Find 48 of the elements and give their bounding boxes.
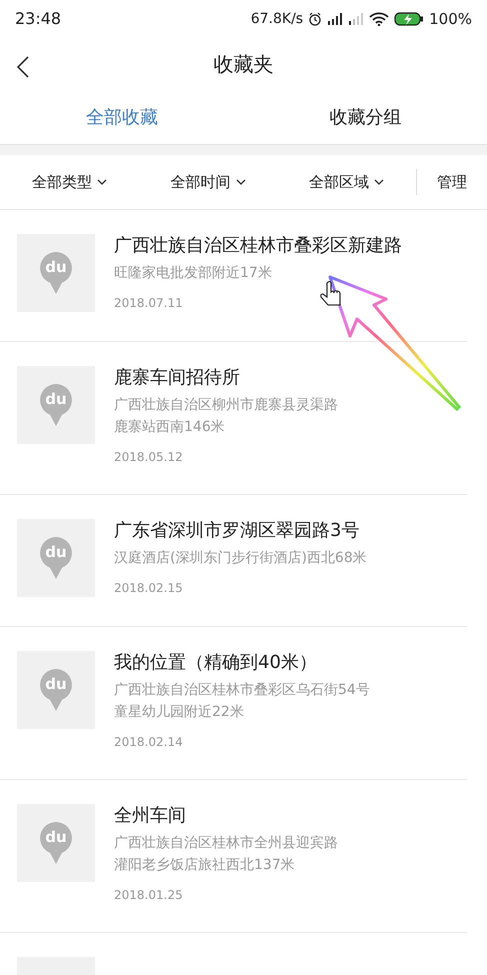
manage-button[interactable]: 管理 — [417, 170, 487, 194]
saved-date: 2018.02.15 — [114, 580, 184, 596]
saved-date: 2018.05.12 — [114, 449, 184, 465]
pin-icon — [39, 668, 73, 712]
place-title[interactable]: 广东省深圳市罗湖区翠园路3号 — [114, 519, 367, 543]
wifi-icon — [369, 12, 390, 26]
place-address: 灌阳老乡饭店旅社西北137米 — [114, 856, 296, 875]
saved-date: 2018.01.25 — [114, 887, 184, 903]
logo-text: du — [45, 674, 67, 694]
place-address: 广西壮族自治区桂林市叠彩区乌石街54号 — [114, 681, 370, 700]
signal-icon — [348, 13, 364, 25]
hand-cursor-icon — [320, 280, 341, 306]
place-title[interactable]: 全州车间 — [114, 804, 338, 828]
filter-dropdown[interactable]: 全部区域 — [277, 170, 416, 194]
place-address: 汉庭酒店(深圳东门步行街酒店)西北68米 — [114, 549, 367, 568]
pin-icon — [39, 821, 73, 865]
pin-icon — [39, 251, 73, 295]
place-address: 鹿寨站西南146米 — [114, 418, 226, 437]
chevron-down-icon — [236, 179, 246, 185]
place-address: 广西壮族自治区桂林市全州县迎宾路 — [114, 834, 338, 853]
logo-text: du — [45, 542, 67, 562]
back-icon[interactable] — [16, 56, 30, 78]
signal-icon — [327, 13, 344, 25]
place-title[interactable]: 广西壮族自治区桂林市叠彩区新建路 — [114, 234, 402, 258]
pin-icon — [39, 536, 73, 580]
pin-icon — [39, 383, 73, 427]
status-time: 23:48 — [15, 8, 62, 30]
battery-percent: 100% — [429, 8, 472, 30]
chevron-down-icon — [374, 179, 384, 185]
place-address: 广西壮族自治区柳州市鹿寨县灵渠路 — [114, 396, 338, 415]
network-speed: 67.8K/s — [250, 10, 304, 28]
filter-dropdown[interactable]: 全部时间 — [138, 170, 278, 194]
page-title: 收藏夹 — [214, 51, 274, 78]
tab[interactable]: 收藏分组 — [244, 90, 487, 144]
place-address: 童星幼儿园附近22米 — [114, 703, 245, 722]
place-address: 旺隆家电批发部附近17米 — [114, 264, 273, 283]
place-title[interactable]: 鹿寨车间招待所 — [114, 366, 338, 390]
alarm-icon — [308, 12, 322, 26]
chevron-down-icon — [96, 179, 107, 185]
logo-text: du — [45, 389, 67, 409]
tab[interactable]: 全部收藏 — [0, 90, 244, 144]
saved-date: 2018.07.11 — [114, 295, 184, 311]
saved-date: 2018.02.14 — [114, 734, 184, 750]
place-title[interactable]: 我的位置（精确到40米） — [114, 651, 370, 675]
battery-charging-icon — [394, 12, 424, 26]
logo-text: du — [45, 257, 67, 277]
filter-dropdown[interactable]: 全部类型 — [0, 170, 139, 194]
logo-text: du — [45, 827, 67, 847]
